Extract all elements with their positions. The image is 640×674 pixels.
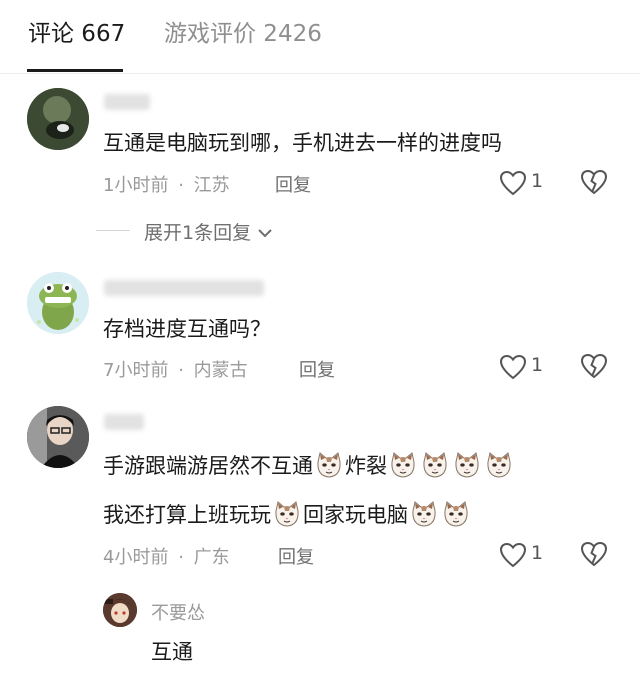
cat-face-emoji — [441, 499, 471, 529]
dislike-button[interactable] — [580, 353, 608, 381]
active-tab-indicator — [27, 69, 123, 72]
avatar[interactable] — [27, 272, 89, 334]
comment-time: 7小时前 — [103, 360, 169, 381]
comment-location: 内蒙古 — [193, 360, 248, 381]
cat-face-emoji — [388, 450, 418, 480]
reply-button[interactable]: 回复 — [299, 356, 335, 382]
comment-meta: 1小时前 · 江苏 — [103, 171, 230, 197]
tabs-divider — [0, 73, 640, 74]
comment-text: 互通是电脑玩到哪，手机进去一样的进度吗 — [103, 131, 502, 155]
cat-face-emoji — [420, 450, 450, 480]
blurred-username — [104, 94, 150, 110]
comment-time: 4小时前 — [103, 547, 169, 568]
comment-text-segment: 我还打算上班玩玩 — [103, 503, 271, 527]
avatar[interactable] — [27, 406, 89, 468]
like-count: 1 — [531, 354, 544, 376]
sub-reply-text: 互通 — [151, 640, 193, 664]
like-button[interactable]: 1 — [499, 168, 559, 198]
like-button[interactable]: 1 — [499, 540, 559, 570]
tab-comments[interactable]: 评论 667 — [28, 14, 125, 48]
like-count: 1 — [531, 542, 544, 564]
chevron-down-icon — [258, 229, 272, 238]
cat-face-emoji — [452, 450, 482, 480]
meta-separator: · — [178, 547, 184, 568]
cat-face-emoji — [409, 499, 439, 529]
blurred-username — [104, 280, 264, 296]
comment-tabs: 评论 667 游戏评价 2426 — [0, 0, 640, 74]
broken-heart-icon — [580, 541, 608, 567]
comment-location: 江苏 — [193, 175, 230, 196]
comment-text-segment: 回家玩电脑 — [303, 503, 408, 527]
comment-text: 存档进度互通吗？ — [103, 317, 271, 341]
meta-separator: · — [178, 175, 184, 196]
reply-button[interactable]: 回复 — [278, 543, 314, 569]
like-button[interactable]: 1 — [499, 352, 559, 382]
dislike-button[interactable] — [580, 169, 608, 197]
avatar[interactable] — [103, 593, 137, 627]
blurred-username — [104, 414, 144, 430]
like-count: 1 — [531, 170, 544, 192]
cat-face-emoji — [314, 450, 344, 480]
comment-time: 1小时前 — [103, 175, 169, 196]
broken-heart-icon — [580, 353, 608, 379]
heart-outline-icon — [499, 542, 527, 568]
heart-outline-icon — [499, 354, 527, 380]
comment-text-segment: 手游跟端游居然不互通 — [103, 454, 313, 478]
comment-meta: 4小时前 · 广东 — [103, 543, 230, 569]
cat-face-emoji — [484, 450, 514, 480]
dislike-button[interactable] — [580, 541, 608, 569]
meta-separator: · — [178, 360, 184, 381]
heart-outline-icon — [499, 170, 527, 196]
comment-text-line: 手游跟端游居然不互通 炸裂 — [103, 450, 515, 480]
comment-meta: 7小时前 · 内蒙古 — [103, 356, 248, 382]
broken-heart-icon — [580, 169, 608, 195]
avatar[interactable] — [27, 88, 89, 150]
expand-replies-label: 展开1条回复 — [144, 222, 252, 244]
cat-face-emoji — [272, 499, 302, 529]
expand-replies-button[interactable]: 展开1条回复 — [144, 218, 273, 245]
reply-button[interactable]: 回复 — [275, 171, 311, 197]
comment-location: 广东 — [193, 547, 230, 568]
sub-reply-author[interactable]: 不要怂 — [151, 599, 205, 625]
tab-game-reviews[interactable]: 游戏评价 2426 — [164, 14, 322, 48]
expand-divider — [96, 230, 130, 231]
comment-text-line: 我还打算上班玩玩 回家玩电脑 — [103, 499, 472, 529]
comment-text-segment: 炸裂 — [345, 454, 387, 478]
